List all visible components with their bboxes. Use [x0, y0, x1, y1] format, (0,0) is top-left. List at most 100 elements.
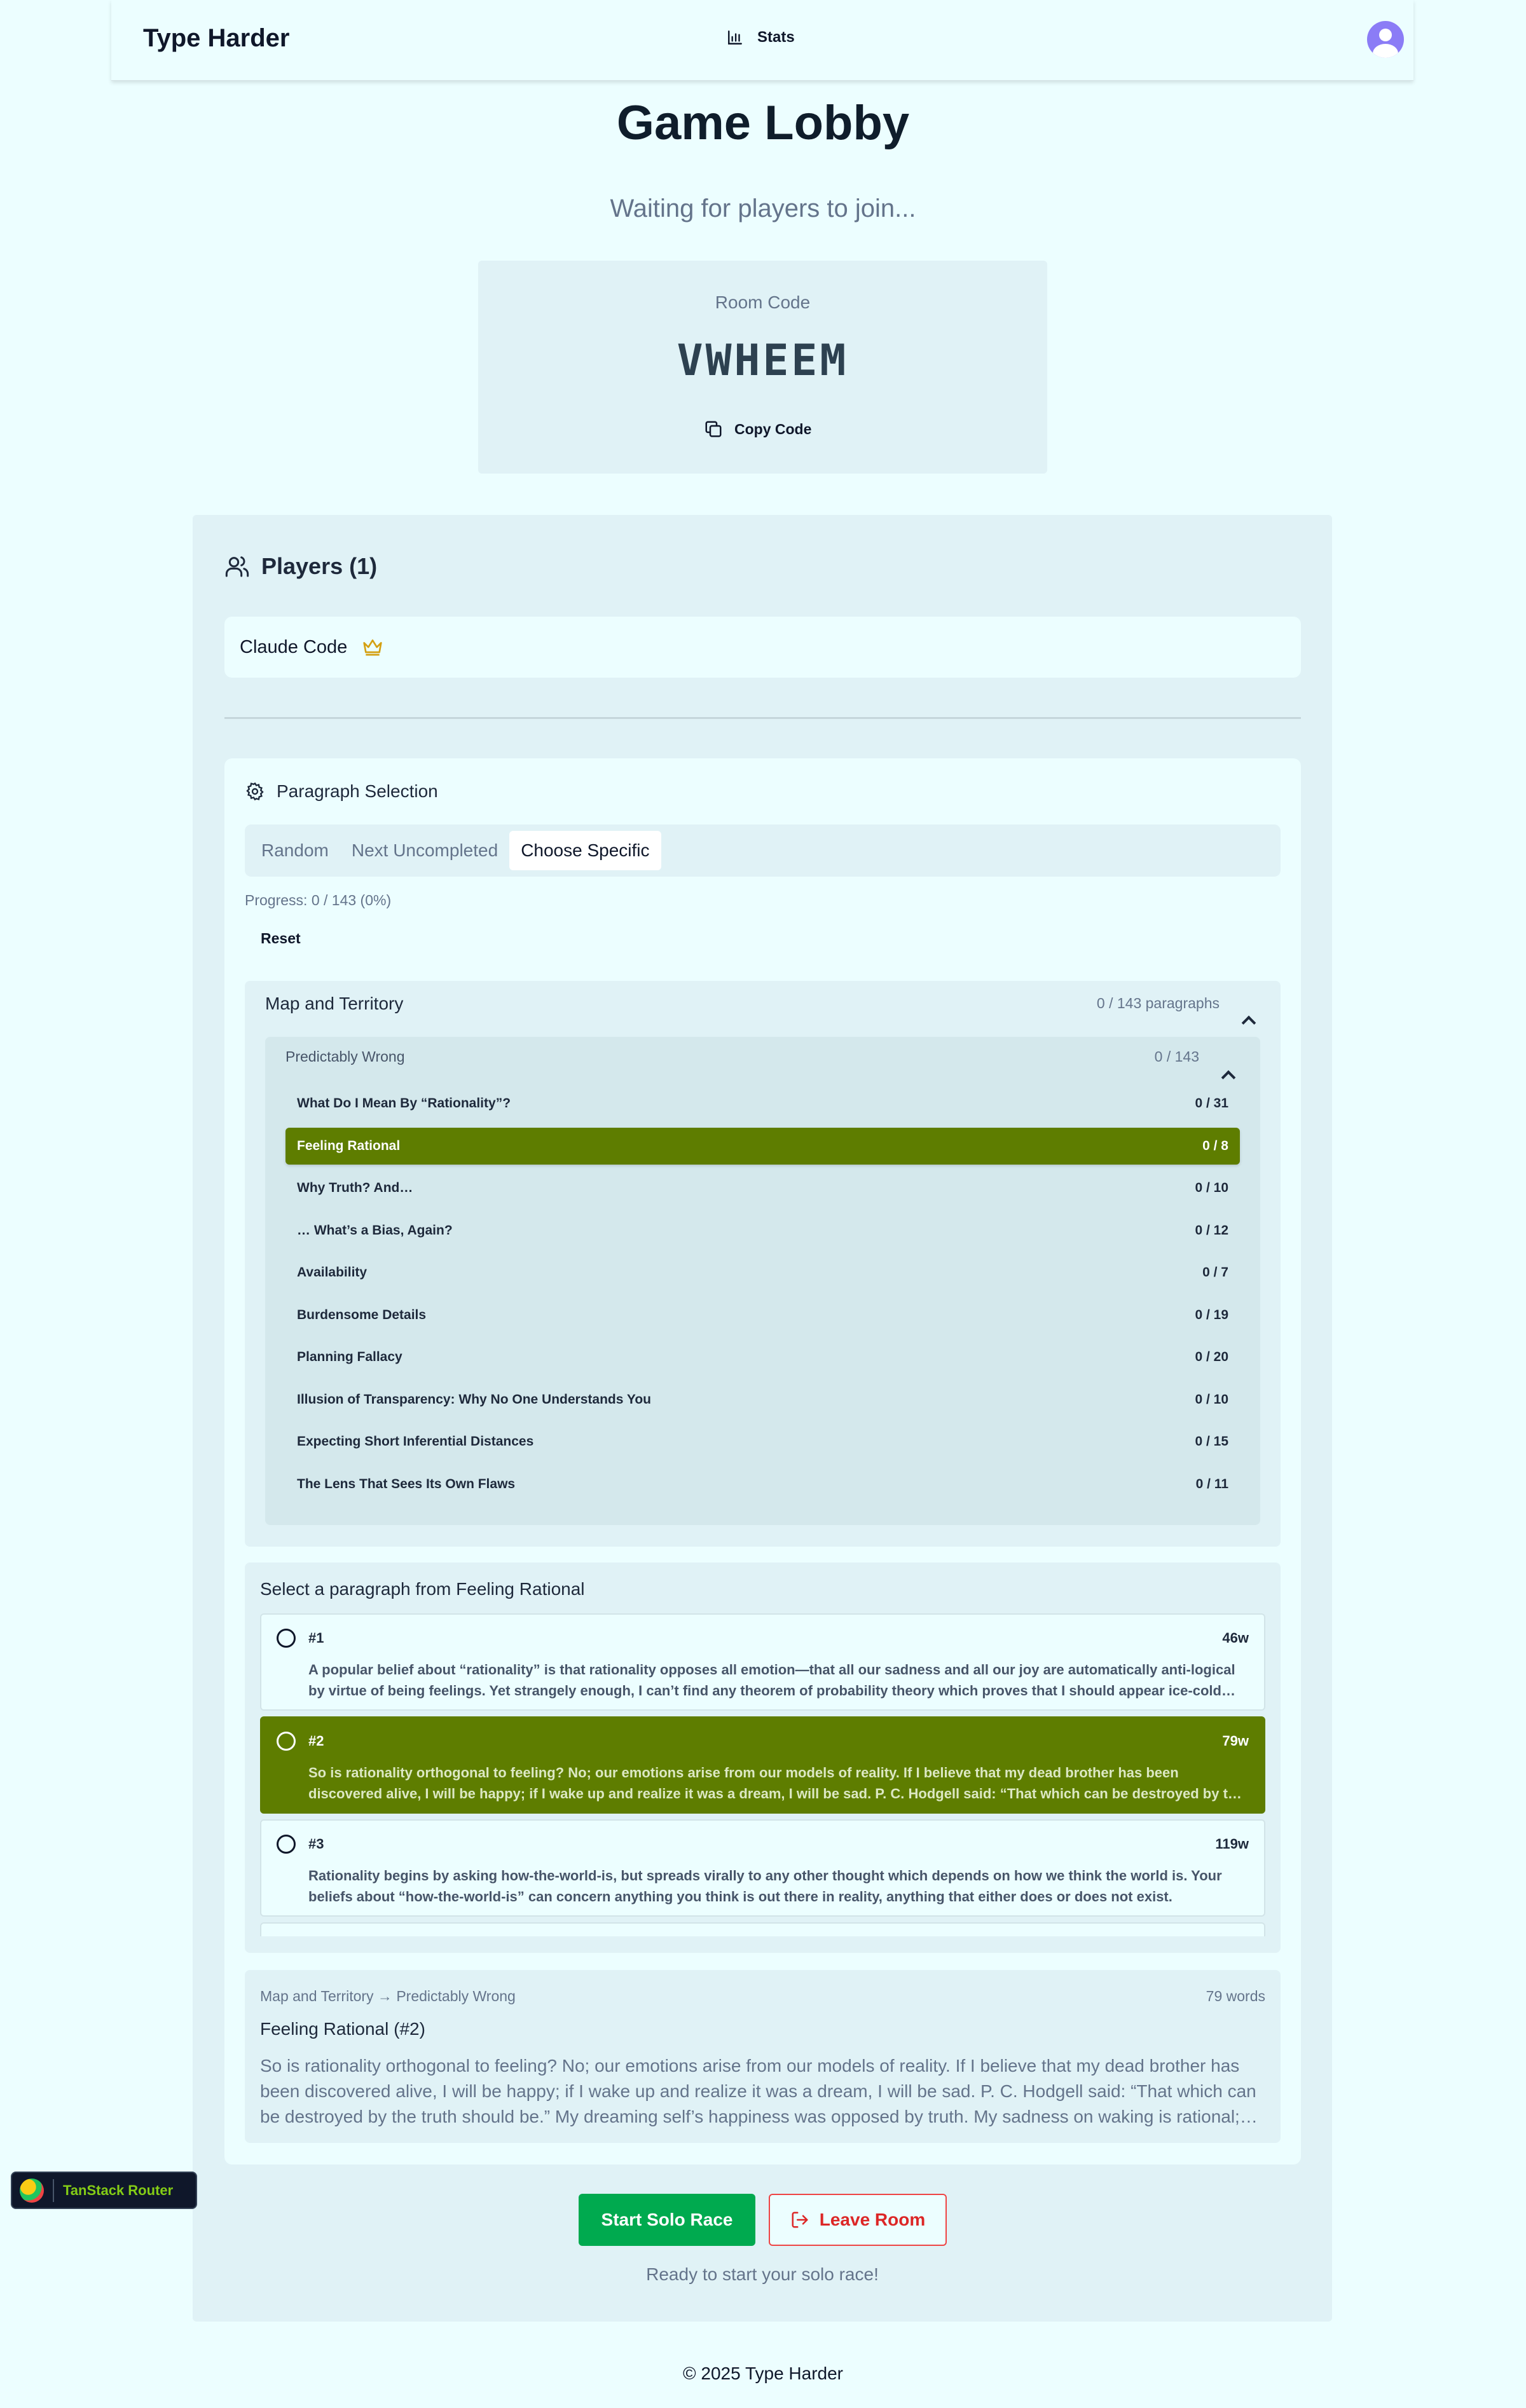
breadcrumb: Map and Territory → Predictably Wrong	[260, 1988, 516, 2004]
paragraph-number: #2	[308, 1733, 324, 1749]
post-item[interactable]: Availability 0 / 7	[285, 1254, 1240, 1291]
post-item[interactable]: Planning Fallacy 0 / 20	[285, 1339, 1240, 1376]
book-group: Map and Territory 0 / 143 paragraphs Pre…	[245, 981, 1281, 1547]
player-name: Claude Code	[240, 636, 348, 657]
post-title: What Do I Mean By “Rationality”?	[297, 1096, 511, 1111]
post-item[interactable]: Feeling Rational 0 / 8	[285, 1127, 1240, 1165]
preview-title: Feeling Rational (#2)	[260, 2019, 425, 2039]
avatar-head	[1379, 29, 1392, 41]
crown-icon	[363, 639, 382, 656]
sequence-count: 0 / 143	[1154, 1048, 1199, 1065]
avatar-body	[1373, 44, 1398, 58]
paragraph-picker: Select a paragraph from Feeling Rational…	[245, 1563, 1281, 1953]
players-title: Players (1)	[261, 553, 378, 579]
bar-chart-icon	[728, 31, 742, 44]
tab-random[interactable]: Random	[250, 831, 340, 870]
sequence-title[interactable]: Predictably Wrong	[285, 1048, 405, 1065]
footer-copyright: © 2025 Type Harder	[682, 2364, 844, 2383]
router-devtools-button[interactable]: TanStack Router	[11, 2172, 197, 2209]
post-item[interactable]: Burdensome Details 0 / 19	[285, 1297, 1240, 1334]
post-title: Why Truth? And…	[297, 1180, 413, 1195]
settings-icon	[246, 782, 264, 801]
players-heading: Players (1)	[224, 553, 377, 580]
post-title: Burdensome Details	[297, 1307, 427, 1322]
copy-code-button[interactable]: Copy Code	[704, 410, 811, 448]
post-count: 0 / 20	[1195, 1350, 1228, 1364]
paragraph-word-count: 119w	[1215, 1836, 1249, 1852]
tab-next-uncompleted[interactable]: Next Uncompleted	[340, 831, 509, 870]
book-title[interactable]: Map and Territory	[265, 994, 403, 1014]
post-item[interactable]: … What’s a Bias, Again? 0 / 12	[285, 1212, 1240, 1249]
progress-text: Progress: 0 / 143 (0%)	[245, 892, 392, 908]
post-title: Feeling Rational	[297, 1138, 401, 1153]
leave-room-label: Leave Room	[819, 2210, 926, 2229]
paragraph-option[interactable]: #3 119w Rationality begins by asking how-t…	[260, 1819, 1265, 1917]
chevron-up-icon[interactable]	[1221, 1070, 1236, 1085]
post-item[interactable]: Illusion of Transparency: Why No One Und…	[285, 1381, 1240, 1418]
post-item[interactable]: The Lens That Sees Its Own Flaws 0 / 11	[285, 1466, 1240, 1503]
post-list: What Do I Mean By “Rationality”? 0 / 31 Fe…	[285, 1085, 1240, 1508]
users-icon	[225, 556, 249, 577]
lobby-status: Waiting for players to join...	[610, 195, 916, 222]
post-count: 0 / 11	[1195, 1476, 1228, 1491]
paragraph-selection-heading: Paragraph Selection	[245, 781, 438, 802]
paragraph-excerpt: So is rationality orthogonal to feeling?…	[308, 1765, 1244, 1802]
copy-icon	[705, 421, 722, 437]
lobby-panel: Players (1) Claude Code Paragraph Select…	[193, 515, 1332, 2322]
paragraph-selection-title: Paragraph Selection	[277, 781, 438, 801]
paragraph-selection-card: Paragraph Selection Random Next Uncomple…	[224, 758, 1301, 2165]
player-list-item: Claude Code	[224, 617, 1301, 678]
post-title: Expecting Short Inferential Distances	[297, 1434, 534, 1449]
room-code-label: Room Code	[715, 292, 811, 312]
paragraph-word-count: 46w	[1222, 1630, 1249, 1646]
paragraph-list[interactable]: #1 46w A popular belief about “rationality…	[260, 1613, 1265, 1936]
page-title: Game Lobby	[616, 96, 910, 150]
post-count: 0 / 8	[1202, 1138, 1228, 1153]
race-status-text: Ready to start your solo race!	[646, 2264, 879, 2284]
room-code: VWHEEM	[677, 336, 849, 386]
post-title: The Lens That Sees Its Own Flaws	[297, 1476, 516, 1491]
paragraph-preview: Map and Territory → Predictably Wrong 79…	[245, 1970, 1281, 2143]
post-count: 0 / 15	[1195, 1434, 1228, 1449]
post-title: Planning Fallacy	[297, 1350, 402, 1364]
post-item[interactable]: Why Truth? And… 0 / 10	[285, 1170, 1240, 1207]
paragraph-option[interactable]: #4	[260, 1922, 1265, 1936]
user-avatar[interactable]	[1367, 21, 1404, 58]
post-title: Availability	[297, 1265, 368, 1280]
chevron-up-icon[interactable]	[1241, 1015, 1256, 1030]
post-item[interactable]: What Do I Mean By “Rationality”? 0 / 31	[285, 1085, 1240, 1122]
paragraph-number: #1	[308, 1630, 324, 1646]
reset-button[interactable]: Reset	[261, 930, 301, 947]
top-nav: Type Harder Stats	[111, 0, 1413, 81]
radio-icon[interactable]	[277, 1835, 296, 1854]
post-item[interactable]: Expecting Short Inferential Distances 0 /…	[285, 1423, 1240, 1460]
leave-room-button[interactable]: Leave Room	[769, 2194, 947, 2246]
post-count: 0 / 10	[1195, 1392, 1228, 1407]
paragraph-number: #3	[308, 1836, 324, 1852]
radio-icon[interactable]	[277, 1629, 296, 1648]
section-divider	[224, 717, 1301, 719]
post-title: … What’s a Bias, Again?	[297, 1222, 453, 1238]
preview-text: So is rationality orthogonal to feeling?…	[260, 2056, 1256, 2126]
paragraph-excerpt: Rationality begins by asking how-the-wor…	[308, 1868, 1222, 1905]
start-solo-race-button[interactable]: Start Solo Race	[579, 2194, 755, 2246]
post-count: 0 / 19	[1195, 1307, 1228, 1322]
post-title: Illusion of Transparency: Why No One Und…	[297, 1392, 651, 1407]
radio-icon[interactable]	[277, 1732, 296, 1751]
paragraph-option[interactable]: #1 46w A popular belief about “rationality…	[260, 1613, 1265, 1711]
paragraph-excerpt: A popular belief about “rationality” is …	[308, 1662, 1235, 1699]
badge-separator	[53, 2179, 54, 2202]
post-count: 0 / 12	[1195, 1222, 1228, 1238]
paragraph-picker-heading: Select a paragraph from Feeling Rational	[260, 1579, 585, 1599]
stats-label: Stats	[757, 29, 795, 46]
tab-choose-specific[interactable]: Choose Specific	[509, 831, 661, 870]
post-count: 0 / 7	[1202, 1265, 1228, 1280]
logout-icon	[792, 2212, 808, 2228]
paragraph-option[interactable]: #2 79w So is rationality orthogonal to fee…	[260, 1716, 1265, 1814]
brand-logo[interactable]: Type Harder	[143, 24, 289, 53]
stats-link[interactable]: Stats	[727, 29, 795, 46]
room-code-card: Room Code VWHEEM Copy Code	[478, 261, 1047, 474]
copy-code-label: Copy Code	[734, 420, 812, 437]
post-count: 0 / 31	[1195, 1096, 1228, 1111]
tanstack-logo-icon	[20, 2178, 44, 2203]
